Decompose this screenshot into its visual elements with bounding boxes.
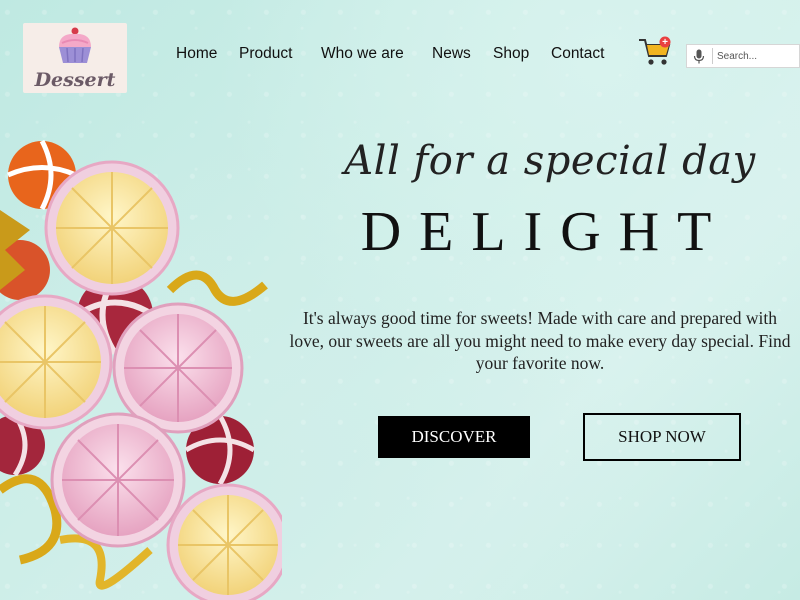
shopping-cart-icon: +	[639, 36, 671, 65]
hero-tagline: All for a special day	[344, 138, 756, 184]
brand-logo[interactable]: Dessert	[23, 23, 127, 93]
discover-button[interactable]: DISCOVER	[378, 416, 530, 458]
sweets-image	[0, 140, 282, 600]
nav-item-home[interactable]: Home	[176, 45, 217, 63]
nav-item-who-we-are[interactable]: Who we are	[321, 45, 404, 63]
nav-item-contact[interactable]: Contact	[551, 45, 604, 63]
hero-headline: DELIGHT	[360, 201, 730, 263]
nav-item-news[interactable]: News	[432, 45, 471, 63]
search-box	[686, 44, 800, 68]
cart-button[interactable]: +	[638, 36, 674, 68]
shop-now-button[interactable]: SHOP NOW	[583, 413, 741, 461]
search-divider	[712, 48, 713, 64]
cupcake-icon	[59, 27, 91, 63]
nav-item-product[interactable]: Product	[239, 45, 292, 63]
search-input[interactable]	[717, 47, 797, 65]
nav-item-shop[interactable]: Shop	[493, 45, 529, 63]
microphone-icon[interactable]	[693, 49, 705, 64]
brand-logo-text: Dessert	[34, 69, 116, 91]
hero-description: It's always good time for sweets! Made w…	[289, 308, 791, 373]
cart-badge-text: +	[662, 37, 668, 48]
